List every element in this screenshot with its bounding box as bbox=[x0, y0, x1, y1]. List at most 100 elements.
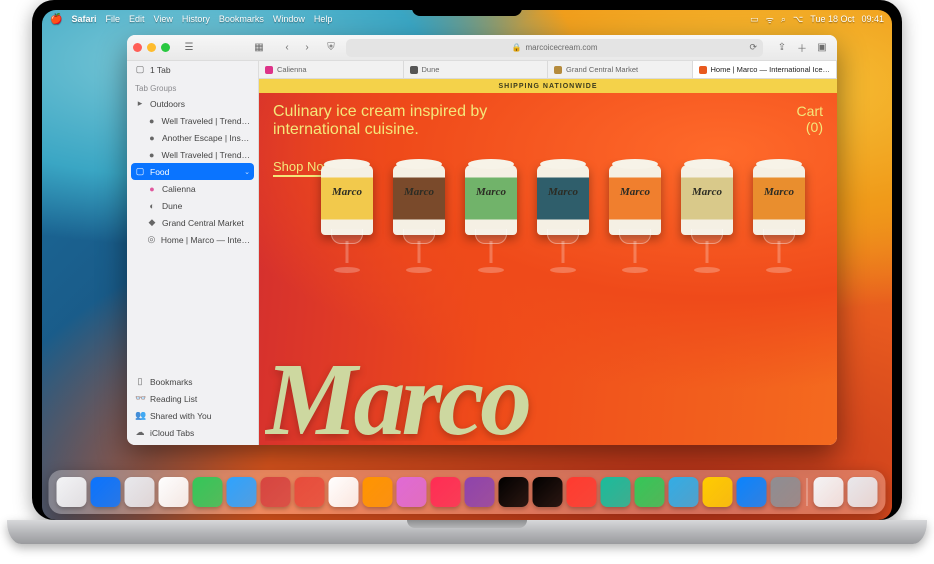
tab-label: Grand Central Market bbox=[566, 65, 638, 74]
dock-app[interactable] bbox=[91, 477, 121, 507]
tab-strip: Calienna Dune Grand Central Market bbox=[259, 61, 837, 79]
tab-marco[interactable]: Home | Marco — International Ice… bbox=[693, 61, 838, 78]
dock-app[interactable] bbox=[465, 477, 495, 507]
sidebar-item[interactable]: ● Another Escape | Ins… bbox=[127, 129, 258, 146]
tab-grand-central[interactable]: Grand Central Market bbox=[548, 61, 693, 78]
sidebar-item[interactable]: ● Well Traveled | Trend… bbox=[127, 112, 258, 129]
menu-bookmarks[interactable]: Bookmarks bbox=[219, 14, 264, 24]
tab-label: Dune bbox=[422, 65, 440, 74]
dock-app[interactable] bbox=[227, 477, 257, 507]
favicon-icon: ● bbox=[147, 116, 156, 126]
control-center-icon[interactable]: ⌥ bbox=[793, 14, 803, 25]
window-icon: ▢ bbox=[135, 64, 145, 75]
sidebar-item-label: Well Traveled | Trend… bbox=[161, 116, 250, 126]
webpage-marco[interactable]: SHIPPING NATIONWIDE Culinary ice cream i… bbox=[259, 79, 837, 445]
forward-button-icon[interactable]: › bbox=[298, 39, 316, 57]
menu-history[interactable]: History bbox=[182, 14, 210, 24]
tab-dune[interactable]: Dune bbox=[404, 61, 549, 78]
dock-app[interactable] bbox=[635, 477, 665, 507]
dock-app[interactable] bbox=[57, 477, 87, 507]
cart-link[interactable]: Cart (0) bbox=[797, 103, 823, 135]
menu-window[interactable]: Window bbox=[273, 14, 305, 24]
sidebar-item[interactable]: ◆ Grand Central Market bbox=[127, 214, 258, 231]
laptop-base bbox=[7, 520, 927, 544]
wifi-icon[interactable]: ᯤ bbox=[766, 13, 774, 26]
favicon-icon: ● bbox=[147, 184, 157, 194]
dock-app[interactable] bbox=[295, 477, 325, 507]
dock-app[interactable] bbox=[329, 477, 359, 507]
new-tab-icon[interactable]: ＋ bbox=[793, 39, 811, 57]
favicon-icon bbox=[410, 66, 418, 74]
safari-window: ☰ ▦ ‹ › ⛨ 🔒 marcoicecream.com ⟳ bbox=[127, 35, 837, 445]
dock-app[interactable] bbox=[363, 477, 393, 507]
dock-app[interactable] bbox=[499, 477, 529, 507]
dock-app[interactable] bbox=[533, 477, 563, 507]
dock-app[interactable] bbox=[814, 477, 844, 507]
window-zoom-button[interactable] bbox=[161, 43, 170, 52]
product-pints bbox=[319, 165, 807, 295]
macos-dock bbox=[49, 470, 886, 514]
pint bbox=[535, 165, 591, 295]
sidebar-section-label: Tab Groups bbox=[135, 84, 176, 93]
share-icon[interactable]: ⇪ bbox=[773, 39, 791, 57]
sidebar-item[interactable]: ● Calienna bbox=[127, 180, 258, 197]
sidebar-item-label: Another Escape | Ins… bbox=[162, 133, 249, 143]
app-menu[interactable]: Safari bbox=[71, 14, 96, 24]
pint bbox=[751, 165, 807, 295]
sidebar-item[interactable]: ● Well Traveled | Trend… bbox=[127, 146, 258, 163]
sidebar-toggle-icon[interactable]: ☰ bbox=[180, 39, 198, 57]
address-url: marcoicecream.com bbox=[525, 43, 597, 52]
menubar-time[interactable]: 09:41 bbox=[861, 14, 884, 24]
dock-app[interactable] bbox=[771, 477, 801, 507]
sidebar-item[interactable]: ◎ Home | Marco — Inte… bbox=[127, 231, 258, 248]
address-bar[interactable]: 🔒 marcoicecream.com ⟳ bbox=[346, 39, 763, 57]
tab-overview-icon[interactable]: ▣ bbox=[813, 39, 831, 57]
sidebar-group-outdoors[interactable]: ▸ Outdoors bbox=[127, 95, 258, 112]
dock-app[interactable] bbox=[193, 477, 223, 507]
dock-app[interactable] bbox=[431, 477, 461, 507]
sidebar-group-label: Food bbox=[150, 167, 169, 177]
apple-menu-icon[interactable]: 🍎 bbox=[50, 14, 62, 25]
sidebar-bookmarks[interactable]: ▯ Bookmarks bbox=[127, 373, 258, 390]
safari-content: Calienna Dune Grand Central Market bbox=[259, 61, 837, 445]
dock-app[interactable] bbox=[848, 477, 878, 507]
sidebar-shared-with-you[interactable]: 👥 Shared with You bbox=[127, 407, 258, 424]
dock-app[interactable] bbox=[737, 477, 767, 507]
menubar-date[interactable]: Tue 18 Oct bbox=[810, 14, 854, 24]
brand-wordmark: Marco bbox=[265, 358, 831, 441]
dock-app[interactable] bbox=[261, 477, 291, 507]
back-button-icon[interactable]: ‹ bbox=[278, 39, 296, 57]
folder-icon: ▸ bbox=[135, 98, 145, 109]
safari-toolbar: ☰ ▦ ‹ › ⛨ 🔒 marcoicecream.com ⟳ bbox=[127, 35, 837, 61]
menu-help[interactable]: Help bbox=[314, 14, 333, 24]
menu-file[interactable]: File bbox=[105, 14, 120, 24]
dock-app[interactable] bbox=[567, 477, 597, 507]
privacy-report-icon[interactable]: ⛨ bbox=[322, 39, 340, 57]
tab-calienna[interactable]: Calienna bbox=[259, 61, 404, 78]
menu-edit[interactable]: Edit bbox=[129, 14, 145, 24]
sidebar-item-label: Dune bbox=[162, 201, 182, 211]
sidebar-one-tab[interactable]: ▢ 1 Tab bbox=[127, 61, 258, 78]
window-close-button[interactable] bbox=[133, 43, 142, 52]
sidebar-item[interactable]: ◐ Dune bbox=[127, 197, 258, 214]
sidebar-item-label: Bookmarks bbox=[150, 377, 193, 387]
menu-view[interactable]: View bbox=[154, 14, 173, 24]
window-minimize-button[interactable] bbox=[147, 43, 156, 52]
dock-app[interactable] bbox=[601, 477, 631, 507]
sidebar-group-food[interactable]: ▢ Food ⌄ bbox=[131, 163, 254, 180]
dock-app[interactable] bbox=[125, 477, 155, 507]
pint bbox=[679, 165, 735, 295]
dock-app[interactable] bbox=[397, 477, 427, 507]
reload-icon[interactable]: ⟳ bbox=[749, 42, 757, 53]
battery-icon[interactable]: ▭ bbox=[750, 14, 759, 25]
dock-app[interactable] bbox=[159, 477, 189, 507]
dock-separator bbox=[807, 478, 808, 506]
spotlight-icon[interactable]: ⌕ bbox=[781, 14, 786, 25]
sidebar-item-label: Reading List bbox=[150, 394, 197, 404]
sidebar-icloud-tabs[interactable]: ☁ iCloud Tabs bbox=[127, 424, 258, 441]
favicon-icon: ● bbox=[147, 133, 157, 143]
dock-app[interactable] bbox=[703, 477, 733, 507]
tab-group-picker-icon[interactable]: ▦ bbox=[250, 39, 268, 57]
sidebar-reading-list[interactable]: 👓 Reading List bbox=[127, 390, 258, 407]
dock-app[interactable] bbox=[669, 477, 699, 507]
